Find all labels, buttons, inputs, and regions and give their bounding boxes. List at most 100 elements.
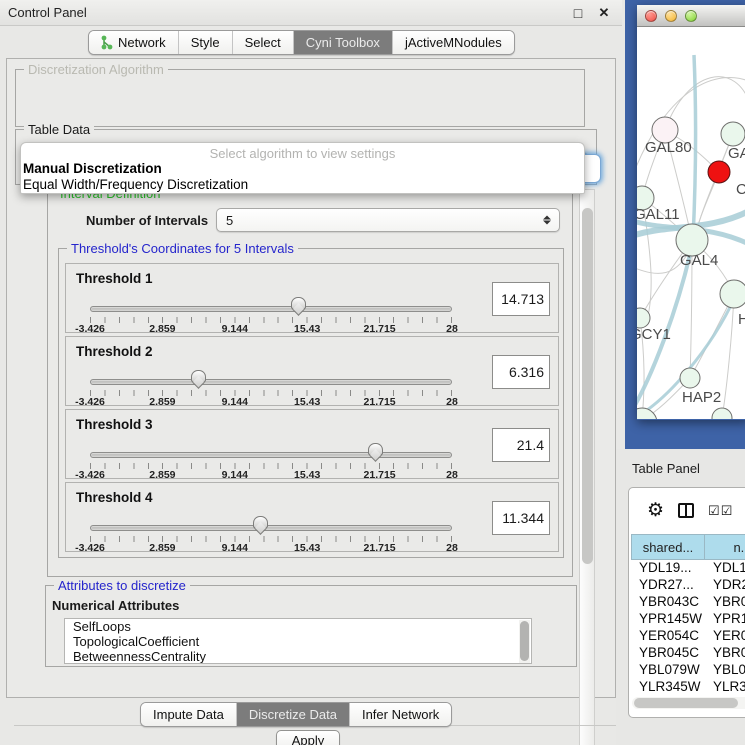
table-panel-box: ⚙ ☑☑ shared... n... YDL19...YDL1YDR27...… (628, 487, 745, 718)
network-node-gcy1[interactable] (637, 308, 650, 328)
close-traffic-light-icon[interactable] (645, 10, 657, 22)
threshold-slider-thumb[interactable] (291, 297, 306, 309)
cell-name[interactable]: YBR0 (705, 594, 745, 611)
tab-select[interactable]: Select (233, 31, 294, 54)
threshold-slider-track[interactable] (90, 525, 452, 531)
number-of-intervals-combo[interactable]: 5 (216, 208, 560, 232)
threshold-box-4: Threshold 4 -3.4262.8599.14415.4321.71528… (65, 482, 559, 552)
node-label: GCY1 (637, 326, 671, 343)
network-window-titlebar[interactable] (637, 5, 745, 27)
cell-name[interactable]: YPR1 (705, 611, 745, 628)
network-window[interactable]: GAL80GALCGAL11GAL4HGCY1HAP2 (637, 5, 745, 420)
tab-network[interactable]: Network (89, 31, 179, 54)
threshold-box-1: Threshold 1-3.4262.8599.14415.4321.71528… (65, 263, 559, 333)
attributes-group: Attributes to discretize Numerical Attri… (45, 585, 577, 667)
attribute-list-item[interactable]: TopologicalCoefficient (65, 634, 531, 649)
tab-label: jActiveMNodules (405, 35, 502, 50)
table-row[interactable]: YBR043CYBR0 (631, 594, 745, 611)
attribute-list-item[interactable]: BetweennessCentrality (65, 649, 531, 664)
threshold-slider-track[interactable] (90, 379, 452, 385)
numerical-attributes-list[interactable]: SelfLoopsTopologicalCoefficientBetweenne… (64, 618, 532, 664)
node-label: GAL80 (645, 139, 692, 156)
cell-shared-name[interactable]: YBL079W (631, 662, 705, 679)
gear-icon[interactable]: ⚙ (647, 501, 664, 520)
table-row[interactable]: YBR045CYBR0 (631, 645, 745, 662)
tick-label: 28 (446, 542, 458, 554)
tick-label: 9.144 (222, 542, 248, 554)
node-label: C (736, 181, 745, 198)
minimize-traffic-light-icon[interactable] (665, 10, 677, 22)
tick-label: 2.859 (149, 469, 175, 481)
apply-button[interactable]: Apply (276, 730, 340, 745)
network-canvas[interactable]: GAL80GALCGAL11GAL4HGCY1HAP2 (637, 27, 745, 419)
tick-label: 9.144 (222, 323, 248, 335)
slider-tick-labels: -3.4262.8599.14415.4321.71528 (90, 542, 452, 554)
tab-jactivemnodules[interactable]: jActiveMNodules (393, 31, 514, 54)
threshold-slider-thumb[interactable] (253, 516, 268, 528)
tab-discretize-data[interactable]: Discretize Data (237, 703, 350, 726)
tick-label: 21.715 (364, 323, 396, 335)
algorithm-placeholder-item[interactable]: Select algorithm to view settings (21, 143, 584, 161)
cell-name[interactable]: YER0 (705, 628, 745, 645)
attributes-scrollbar[interactable] (519, 620, 530, 664)
threshold-value-field[interactable]: 6.316 (492, 355, 550, 389)
tab-style[interactable]: Style (179, 31, 233, 54)
attributes-scrollbar-thumb[interactable] (520, 621, 529, 661)
threshold-value-field[interactable]: 11.344 (492, 501, 550, 535)
network-node-hap2[interactable] (680, 368, 700, 388)
tick-label: -3.426 (75, 396, 105, 408)
table-row[interactable]: YPR145WYPR1 (631, 611, 745, 628)
algorithm-item-equal-width[interactable]: Equal Width/Frequency Discretization (21, 177, 584, 193)
network-node-gal[interactable] (721, 122, 745, 146)
table-horizontal-scrollbar[interactable] (632, 697, 745, 709)
content-scrollbar-thumb[interactable] (582, 208, 593, 564)
threshold-value-field[interactable]: 21.4 (492, 428, 550, 462)
cell-name[interactable]: YBL0 (705, 662, 745, 679)
network-node-c[interactable] (708, 161, 730, 183)
network-node[interactable] (712, 408, 732, 419)
cell-name[interactable]: YDR2 (705, 577, 745, 594)
threshold-label: Threshold 4 (76, 490, 153, 505)
network-node-h[interactable] (720, 280, 745, 308)
checkbox-icons[interactable]: ☑☑ (708, 504, 733, 517)
tab-impute-data[interactable]: Impute Data (141, 703, 237, 726)
tab-label: Cyni Toolbox (306, 35, 380, 50)
tab-cyni-toolbox[interactable]: Cyni Toolbox (294, 31, 393, 54)
threshold-slider-track[interactable] (90, 306, 452, 312)
threshold-value-field[interactable]: 14.713 (492, 282, 550, 316)
algorithm-item-manual[interactable]: Manual Discretization (21, 161, 584, 177)
threshold-slider-track[interactable] (90, 452, 452, 458)
cell-shared-name[interactable]: YDR27... (631, 577, 705, 594)
close-icon[interactable]: ✕ (596, 5, 612, 21)
table-row[interactable]: YER054CYER0 (631, 628, 745, 645)
attribute-list-item[interactable]: SelfLoops (65, 619, 531, 634)
tick-label: 9.144 (222, 469, 248, 481)
table-row[interactable]: YLR345WYLR3 (631, 679, 745, 696)
threshold-slider-thumb[interactable] (368, 443, 383, 455)
number-of-intervals-value: 5 (226, 213, 233, 228)
node-label: H (738, 311, 745, 328)
tab-infer-network[interactable]: Infer Network (350, 703, 451, 726)
table-row[interactable]: YBL079WYBL0 (631, 662, 745, 679)
column-header-name[interactable]: n... (705, 534, 745, 560)
zoom-traffic-light-icon[interactable] (685, 10, 697, 22)
float-window-icon[interactable]: □ (570, 5, 586, 21)
table-row[interactable]: YDL19...YDL1 (631, 560, 745, 577)
network-node[interactable] (637, 408, 657, 419)
discretization-algorithm-group: Discretization Algorithm (15, 69, 585, 127)
cell-shared-name[interactable]: YLR345W (631, 679, 705, 696)
split-view-icon[interactable] (678, 503, 694, 518)
cell-shared-name[interactable]: YBR043C (631, 594, 705, 611)
cell-name[interactable]: YBR0 (705, 645, 745, 662)
cell-shared-name[interactable]: YPR145W (631, 611, 705, 628)
cell-name[interactable]: YLR3 (705, 679, 745, 696)
table-hscrollbar-thumb[interactable] (634, 698, 738, 708)
cell-name[interactable]: YDL1 (705, 560, 745, 577)
cell-shared-name[interactable]: YDL19... (631, 560, 705, 577)
table-row[interactable]: YDR27...YDR2 (631, 577, 745, 594)
cell-shared-name[interactable]: YBR045C (631, 645, 705, 662)
column-header-shared-name[interactable]: shared... (631, 534, 705, 560)
cell-shared-name[interactable]: YER054C (631, 628, 705, 645)
threshold-slider-thumb[interactable] (191, 370, 206, 382)
content-vertical-scrollbar[interactable] (579, 189, 595, 745)
